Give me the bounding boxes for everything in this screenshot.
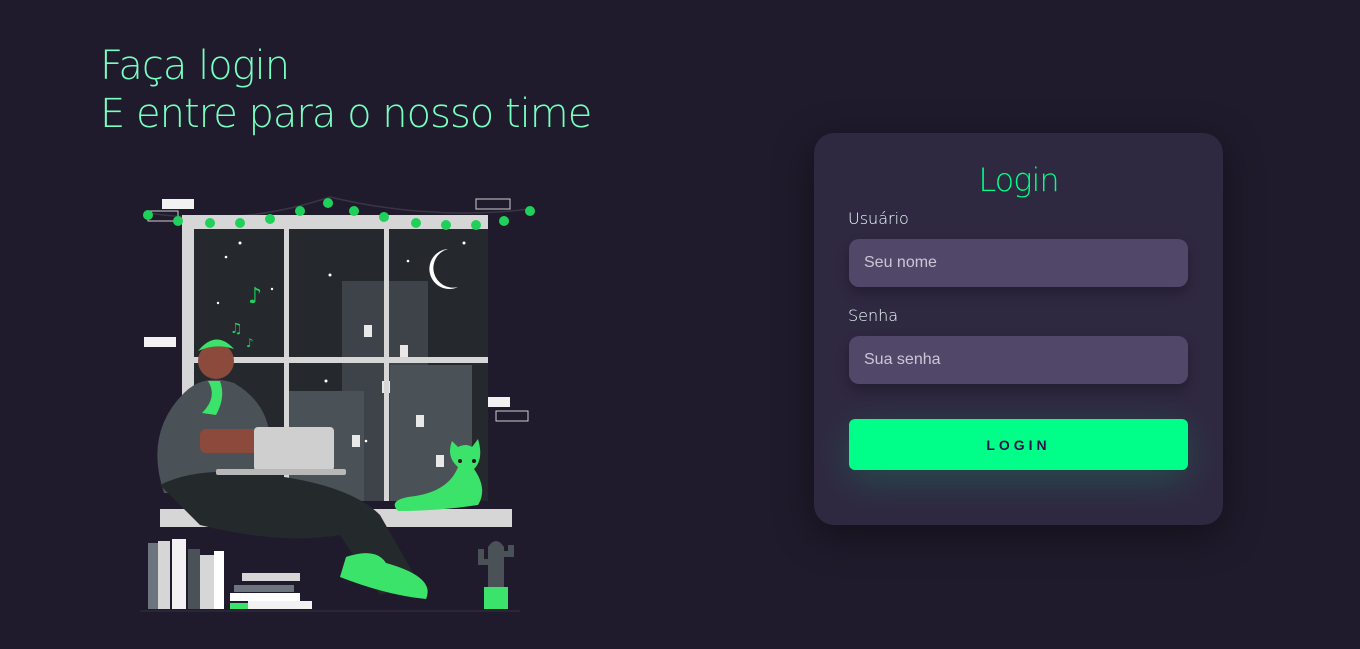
login-card: Login Usuário Senha LOGIN — [814, 133, 1223, 525]
headline-line-2: E entre para o nosso time — [100, 91, 592, 137]
password-label: Senha — [848, 306, 899, 325]
page-headline: Faça login E entre para o nosso time — [100, 42, 592, 138]
headline-line-1: Faça login — [100, 43, 290, 89]
svg-text:♫: ♫ — [230, 321, 243, 337]
username-label: Usuário — [848, 209, 909, 228]
login-title: Login — [978, 161, 1059, 199]
username-input[interactable] — [849, 239, 1188, 287]
night-window-illustration: ♪♫♪ — [140, 196, 535, 612]
login-button[interactable]: LOGIN — [849, 419, 1188, 470]
password-input[interactable] — [849, 336, 1188, 384]
svg-text:♪: ♪ — [246, 336, 254, 350]
svg-text:♪: ♪ — [248, 284, 262, 309]
